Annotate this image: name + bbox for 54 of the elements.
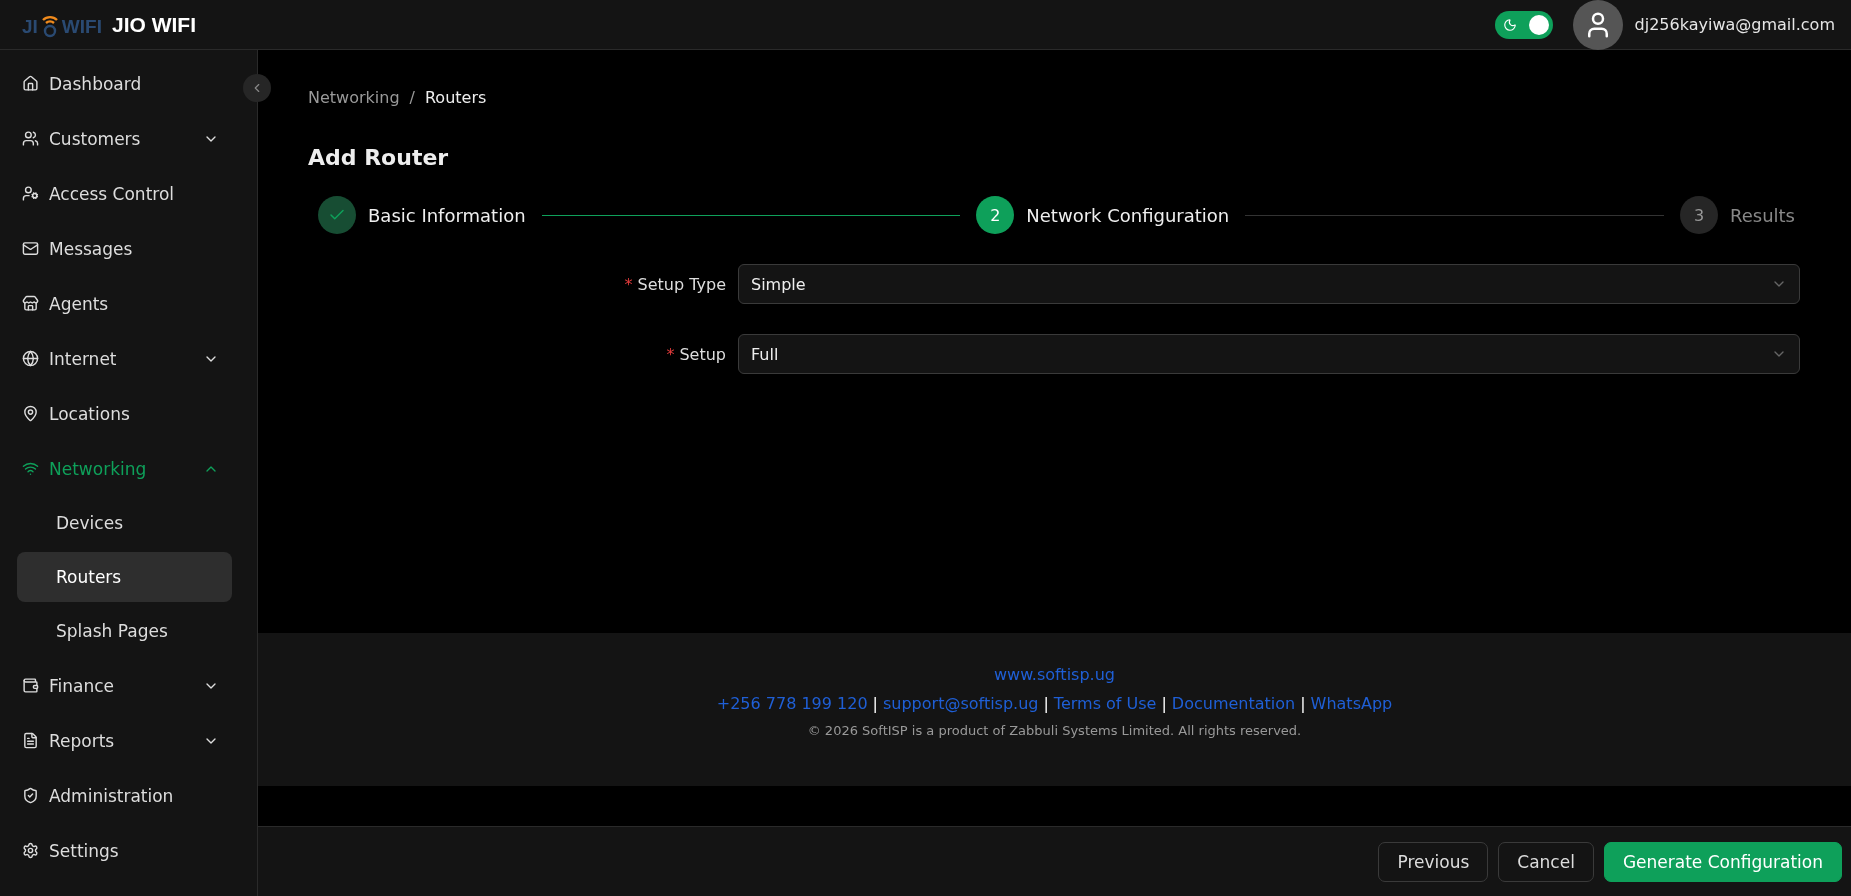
- page-title: Add Router: [308, 145, 450, 170]
- step-label: Basic Information: [368, 204, 526, 226]
- store-icon: [22, 295, 39, 312]
- link-separator: |: [872, 694, 878, 713]
- user-email: dj256kayiwa@gmail.com: [1634, 15, 1835, 34]
- sidebar-item[interactable]: Messages: [0, 223, 241, 274]
- field-label: * Setup: [665, 344, 727, 364]
- user-icon: [22, 185, 39, 202]
- sidebar-item[interactable]: Networking: [0, 443, 241, 494]
- moon-icon: [1502, 17, 1517, 32]
- secondary-button[interactable]: Cancel: [1498, 841, 1594, 882]
- globe-icon: [22, 350, 39, 367]
- home-icon: [22, 75, 39, 92]
- copyright-text: © 2026 SoftISP is a product of Zabbuli Systems Limited. All rights reserved.: [807, 723, 1302, 738]
- app-name: JIO WIFI: [111, 12, 196, 37]
- wallet-icon: [22, 677, 39, 694]
- wifi-icon: [22, 460, 39, 477]
- document-icon: [22, 732, 39, 749]
- sidebar-item[interactable]: Administration: [0, 770, 241, 821]
- sidebar-item[interactable]: Settings: [0, 825, 241, 876]
- sidebar-item[interactable]: Reports: [0, 715, 241, 766]
- settings-icon: [22, 842, 39, 859]
- sidebar-item[interactable]: Dashboard: [0, 58, 241, 109]
- user-avatar[interactable]: [1572, 0, 1623, 50]
- sidebar-item[interactable]: Internet: [0, 333, 241, 384]
- logo-text: WIFI: [61, 15, 102, 38]
- sidebar-item[interactable]: Agents: [0, 278, 241, 329]
- breadcrumb-separator: /: [409, 88, 415, 107]
- field-label: * Setup Type: [623, 274, 727, 294]
- select-field[interactable]: Full: [738, 334, 1800, 374]
- people-icon: [22, 130, 39, 147]
- link-separator: |: [1300, 694, 1306, 713]
- link-separator: |: [1043, 694, 1049, 713]
- sidebar-subitem[interactable]: Devices: [17, 498, 232, 548]
- sidebar-item[interactable]: Finance: [0, 660, 241, 711]
- step-label: Results: [1730, 204, 1795, 226]
- sidebar-item[interactable]: Customers: [0, 113, 241, 164]
- step-label: Network Configuration: [1026, 204, 1230, 226]
- breadcrumb-item: Routers: [424, 88, 487, 107]
- step-number: 2: [976, 196, 1015, 234]
- sidebar-subitem[interactable]: Routers: [17, 552, 232, 602]
- step-number: 3: [1680, 196, 1718, 234]
- envelope-icon: [22, 240, 39, 257]
- shield-icon: [22, 787, 39, 804]
- breadcrumb-item[interactable]: Networking: [308, 88, 400, 107]
- select-field[interactable]: Simple: [738, 264, 1800, 304]
- secondary-button[interactable]: Previous: [1378, 841, 1489, 882]
- sidebar-item[interactable]: Access Control: [0, 168, 241, 219]
- sidebar-subitem[interactable]: Splash Pages: [17, 606, 232, 656]
- location-pin-icon: [22, 405, 39, 422]
- logo-text: JI: [22, 15, 38, 38]
- sidebar-item[interactable]: Locations: [0, 388, 241, 439]
- theme-toggle[interactable]: [1494, 10, 1553, 39]
- link-separator: |: [1161, 694, 1167, 713]
